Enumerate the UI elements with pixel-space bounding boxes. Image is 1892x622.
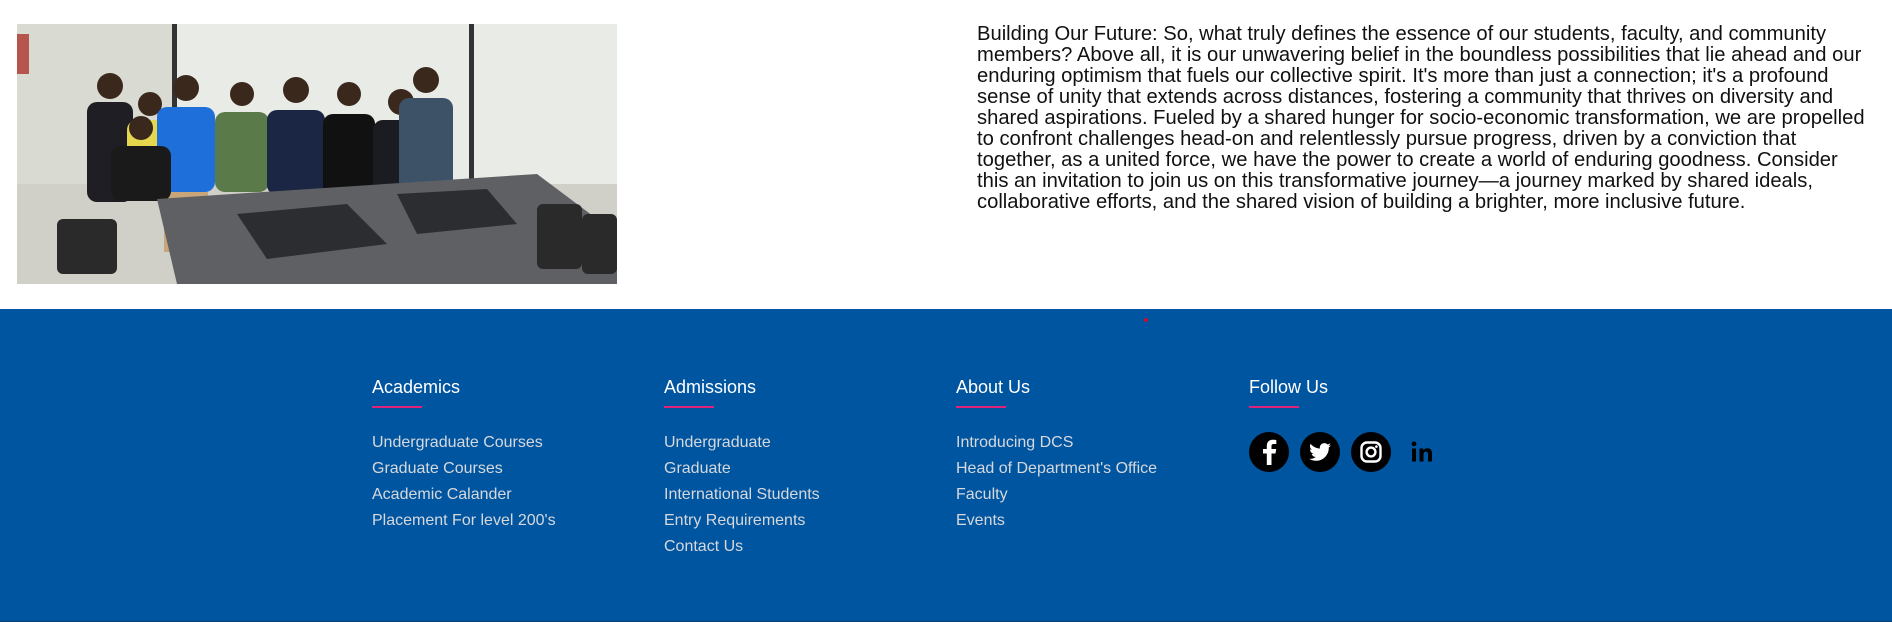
footer-heading-academics: Academics	[372, 377, 461, 397]
footer-link-graduate-courses[interactable]: Graduate Courses	[372, 456, 556, 482]
footer-dot	[1144, 318, 1148, 322]
footer-column-academics: Academics Undergraduate Courses Graduate…	[372, 377, 556, 534]
group-photo-illustration	[17, 24, 617, 284]
about-links: Introducing DCS Head of Department's Off…	[956, 430, 1157, 534]
social-links	[1249, 432, 1442, 472]
facebook-icon[interactable]	[1249, 432, 1289, 472]
instagram-icon[interactable]	[1351, 432, 1391, 472]
intro-paragraph: Building Our Future: So, what truly defi…	[977, 23, 1865, 213]
footer-column-follow: Follow Us	[1249, 377, 1442, 472]
site-footer: Academics Undergraduate Courses Graduate…	[0, 309, 1892, 622]
heading-underline	[1249, 406, 1299, 408]
footer-heading-admissions: Admissions	[664, 377, 757, 397]
footer-link-academic-calendar[interactable]: Academic Calander	[372, 482, 556, 508]
heading-underline	[664, 406, 714, 408]
heading-underline	[956, 406, 1006, 408]
footer-column-about: About Us Introducing DCS Head of Departm…	[956, 377, 1157, 534]
footer-link-international-students[interactable]: International Students	[664, 482, 820, 508]
footer-link-entry-requirements[interactable]: Entry Requirements	[664, 508, 820, 534]
intro-section: Building Our Future: So, what truly defi…	[0, 0, 1892, 309]
twitter-icon[interactable]	[1300, 432, 1340, 472]
admissions-links: Undergraduate Graduate International Stu…	[664, 430, 820, 560]
footer-link-graduate[interactable]: Graduate	[664, 456, 820, 482]
linkedin-icon[interactable]	[1402, 432, 1442, 472]
footer-heading-about: About Us	[956, 377, 1031, 397]
academics-links: Undergraduate Courses Graduate Courses A…	[372, 430, 556, 534]
heading-underline	[372, 406, 422, 408]
footer-link-hod-office[interactable]: Head of Department's Office	[956, 456, 1157, 482]
footer-heading-follow: Follow Us	[1249, 377, 1329, 397]
footer-column-admissions: Admissions Undergraduate Graduate Intern…	[664, 377, 820, 560]
group-photo	[17, 24, 617, 284]
footer-link-events[interactable]: Events	[956, 508, 1157, 534]
footer-link-introducing-dcs[interactable]: Introducing DCS	[956, 430, 1157, 456]
footer-link-undergraduate-courses[interactable]: Undergraduate Courses	[372, 430, 556, 456]
footer-link-contact-us[interactable]: Contact Us	[664, 534, 820, 560]
footer-link-undergraduate[interactable]: Undergraduate	[664, 430, 820, 456]
footer-link-placement-level-200[interactable]: Placement For level 200's	[372, 508, 556, 534]
footer-link-faculty[interactable]: Faculty	[956, 482, 1157, 508]
